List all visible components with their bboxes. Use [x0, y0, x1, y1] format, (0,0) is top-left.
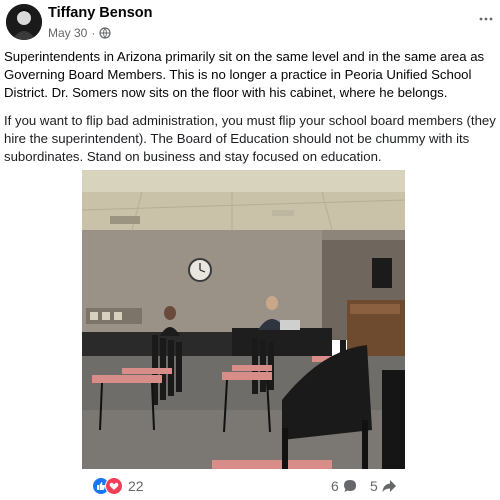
post-paragraph-2: If you want to flip bad administration, … [4, 113, 496, 164]
post-photo[interactable] [82, 170, 405, 469]
author-name[interactable]: Tiffany Benson [48, 5, 152, 21]
globe-icon [99, 27, 111, 39]
comment-icon [342, 478, 358, 494]
post-paragraph-1: Superintendents in Arizona primarily sit… [4, 49, 485, 100]
post-body: Superintendents in Arizona primarily sit… [4, 48, 496, 176]
share-icon [381, 478, 397, 494]
post-meta: May 30 · [48, 26, 111, 40]
shares-summary[interactable]: 5 [370, 478, 397, 494]
post-footer: 22 6 5 [0, 474, 500, 500]
love-icon [105, 477, 123, 495]
avatar-image [6, 4, 42, 40]
reaction-count: 22 [128, 478, 144, 494]
comment-count: 6 [331, 478, 339, 494]
comments-summary[interactable]: 6 [331, 478, 358, 494]
more-dots-icon[interactable] [478, 14, 494, 22]
reactions-summary[interactable]: 22 [92, 477, 144, 495]
post-header: Tiffany Benson May 30 · [6, 4, 494, 44]
meta-separator: · [91, 26, 96, 40]
share-count: 5 [370, 478, 378, 494]
meeting-room-photo [82, 170, 405, 469]
post-date[interactable]: May 30 [48, 26, 87, 40]
avatar[interactable] [6, 4, 42, 40]
